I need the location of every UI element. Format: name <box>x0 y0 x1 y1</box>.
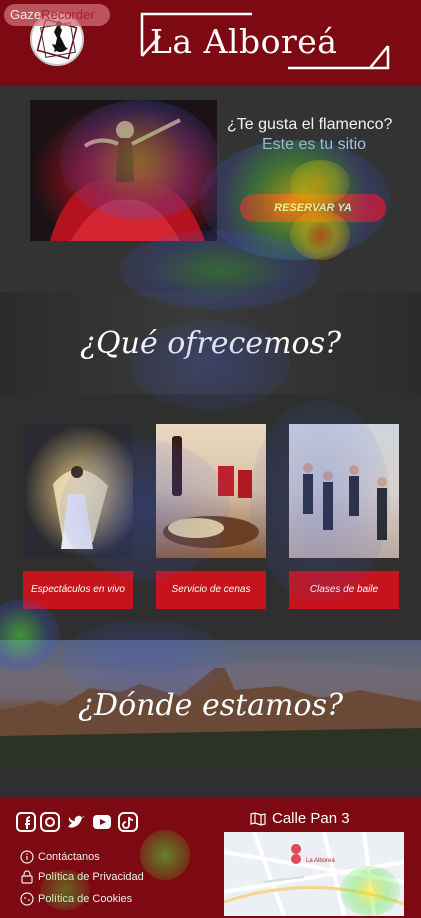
location-map[interactable]: La Alboreá <box>224 832 404 916</box>
hero-question: ¿Te gusta el flamenco? <box>227 116 393 133</box>
hero-dancer-image <box>30 100 217 241</box>
dance-classes-button[interactable]: Clases de baile <box>289 571 399 609</box>
tiktok-icon[interactable] <box>118 812 138 832</box>
reserve-button[interactable]: RESERVAR YA <box>240 194 386 222</box>
hero-section: ¿Te gusta el flamenco? Este es tu sitio … <box>0 86 421 292</box>
hero-subtitle: Este es tu sitio <box>262 136 367 153</box>
footer: Contáctanos Política de Privacidad Polít… <box>0 798 421 918</box>
services-section: Espectáculos en vivo Servicio de cenas C… <box>0 394 421 640</box>
dance-classes-image[interactable] <box>289 424 399 558</box>
cookie-icon <box>20 892 34 906</box>
map-pin-icon <box>291 854 301 864</box>
dinner-service-button[interactable]: Servicio de cenas <box>156 571 266 609</box>
facebook-icon[interactable] <box>16 812 36 832</box>
cookies-policy-link[interactable]: Política de Cookies <box>20 892 132 906</box>
contact-link[interactable]: Contáctanos <box>20 850 100 864</box>
offers-title: ¿Qué ofrecemos? <box>79 326 342 361</box>
info-icon <box>20 850 34 864</box>
map-pin-label: La Alboreá <box>306 858 335 864</box>
lock-icon <box>21 870 33 884</box>
map-icon <box>250 812 266 826</box>
gaze-recorder-badge[interactable]: GazeRecorder <box>4 4 110 26</box>
instagram-icon[interactable] <box>40 812 60 832</box>
location-section: ¿Dónde estamos? <box>0 640 421 768</box>
privacy-policy-link[interactable]: Política de Privacidad <box>20 870 144 884</box>
location-title: ¿Dónde estamos? <box>77 688 344 723</box>
live-shows-button[interactable]: Espectáculos en vivo <box>23 571 133 609</box>
live-shows-image[interactable] <box>23 424 133 558</box>
address: Calle Pan 3 <box>250 810 350 827</box>
dinner-service-image[interactable] <box>156 424 266 558</box>
brand-title[interactable]: La Alboreá <box>150 22 337 61</box>
section-divider <box>0 768 421 798</box>
offers-heading-section: ¿Qué ofrecemos? <box>0 292 421 394</box>
twitter-icon[interactable] <box>66 812 86 832</box>
youtube-icon[interactable] <box>92 812 112 832</box>
